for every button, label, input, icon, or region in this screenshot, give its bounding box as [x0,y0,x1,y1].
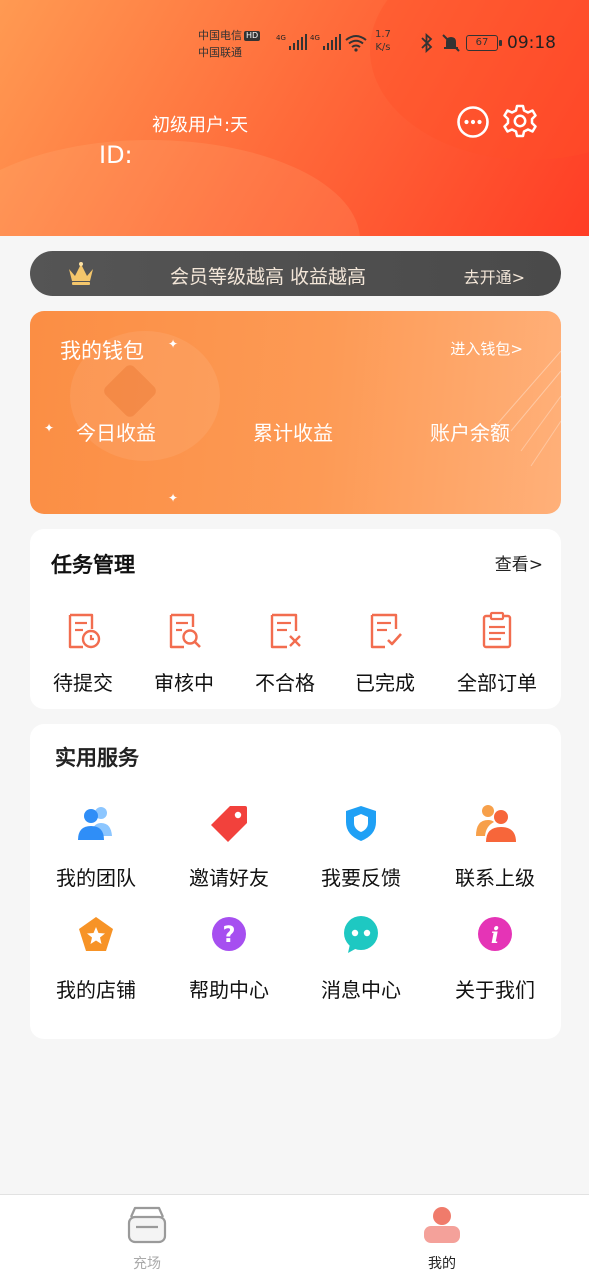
sparkle-icon: ✦ [168,337,179,351]
store-icon [127,1206,167,1244]
task-all-orders[interactable]: 全部订单 [447,611,547,696]
service-label: 消息中心 [321,978,401,1002]
service-label: 帮助中心 [189,978,269,1002]
reviewing-icon [169,613,201,649]
task-label: 审核中 [154,671,214,695]
vip-activate-link[interactable]: 去开通> [464,264,525,288]
nav-label: 我的 [428,1256,456,1272]
carrier-1: 中国电信 [198,29,242,42]
tag-icon [211,806,247,842]
account-balance-label: 账户余额 [430,421,510,445]
user-level: 初级用户:天 [152,115,249,136]
carrier-2: 中国联通 [198,46,242,59]
task-label: 全部订单 [457,671,537,695]
service-message-center[interactable]: 消息中心 [306,914,416,1003]
user-id: ID: [99,141,133,169]
help-icon: ? [212,917,246,951]
task-label: 不合格 [255,671,315,695]
service-label: 关于我们 [455,978,535,1002]
svg-text:i: i [491,923,499,949]
service-label: 我要反馈 [321,866,401,890]
sparkle-icon: ✦ [44,421,55,435]
message-icon [344,916,378,953]
today-earnings-label: 今日收益 [76,421,156,445]
battery-icon: 67 [466,35,502,51]
task-pending-submit[interactable]: 待提交 [33,611,133,696]
shield-icon [346,806,376,841]
network-type-2: 4G [310,34,320,42]
service-label: 我的店铺 [56,978,136,1002]
team-icon [78,807,112,840]
service-label: 联系上级 [455,866,535,890]
service-label: 我的团队 [56,866,136,890]
view-tasks-link[interactable]: 查看> [495,550,543,575]
status-time: 09:18 [507,33,556,53]
services-card: 实用服务 我的团队 邀请好友 我要反馈 联系上级 我的店铺 ? 帮助中心 消息中… [30,724,561,1039]
service-about-us[interactable]: i 关于我们 [440,914,550,1003]
service-contact-superior[interactable]: 联系上级 [440,802,550,891]
task-reviewing[interactable]: 审核中 [134,611,234,696]
network-speed: 1.7 K/s [375,28,391,54]
service-help-center[interactable]: ? 帮助中心 [174,914,284,1003]
task-rejected[interactable]: 不合格 [235,611,335,696]
total-earnings-label: 累计收益 [253,421,333,445]
info-icon: i [478,917,512,951]
sparkle-icon: ✦ [168,491,179,505]
hd-badge: HD [244,31,261,41]
task-label: 待提交 [53,671,113,695]
all-orders-icon [482,611,512,649]
nav-item-venue[interactable]: 充场 [107,1205,187,1273]
vip-banner-text: 会员等级越高 收益越高 [170,266,367,288]
task-completed[interactable]: 已完成 [335,611,435,696]
store-star-icon [79,917,113,951]
settings-gear-icon[interactable] [502,103,538,139]
service-feedback[interactable]: 我要反馈 [306,802,416,891]
network-type-1: 4G [276,34,286,42]
speed-unit: K/s [375,42,391,53]
speed-value: 1.7 [375,29,391,40]
contact-superior-icon [476,805,516,842]
carrier-info: 中国电信 HD 中国联通 [198,27,261,61]
task-management-card: 任务管理 查看> 待提交 审核中 不合格 已完成 全部订单 [30,529,561,709]
completed-icon [370,613,402,649]
user-icon [424,1207,460,1243]
service-invite-friends[interactable]: 邀请好友 [174,802,284,891]
profile-header: 中国电信 HD 中国联通 4G 4G 1.7 K/s 67 09:18 初级用户… [0,0,589,236]
header-decoration [0,140,360,236]
services-title: 实用服务 [55,746,139,770]
rejected-icon [270,613,301,649]
bluetooth-icon [421,33,433,53]
service-my-store[interactable]: 我的店铺 [41,914,151,1003]
svg-text:?: ? [223,923,236,948]
signal-icon: 4G [276,34,307,50]
enter-wallet-link[interactable]: 进入钱包> [450,338,523,359]
wallet-card[interactable]: ✦ ✦ ✦ 我的钱包 进入钱包> 今日收益 累计收益 账户余额 [30,311,561,514]
status-bar: 中国电信 HD 中国联通 4G 4G 1.7 K/s 67 09:18 [0,0,589,88]
nav-label: 充场 [133,1256,161,1272]
wifi-icon [345,35,367,52]
service-my-team[interactable]: 我的团队 [41,802,151,891]
service-label: 邀请好友 [189,866,269,890]
nav-item-mine[interactable]: 我的 [402,1205,482,1273]
task-label: 已完成 [355,671,415,695]
pending-submit-icon [68,613,101,649]
task-management-title: 任务管理 [51,553,135,577]
vip-banner[interactable]: 会员等级越高 收益越高 去开通> [30,251,561,296]
bottom-nav: 充场 我的 [0,1194,589,1277]
mute-bell-icon [442,34,460,52]
wallet-decoration [490,351,561,467]
message-icon[interactable] [456,105,490,139]
crown-icon [69,262,93,285]
signal-icon: 4G [310,34,341,50]
wallet-title: 我的钱包 [60,339,144,363]
